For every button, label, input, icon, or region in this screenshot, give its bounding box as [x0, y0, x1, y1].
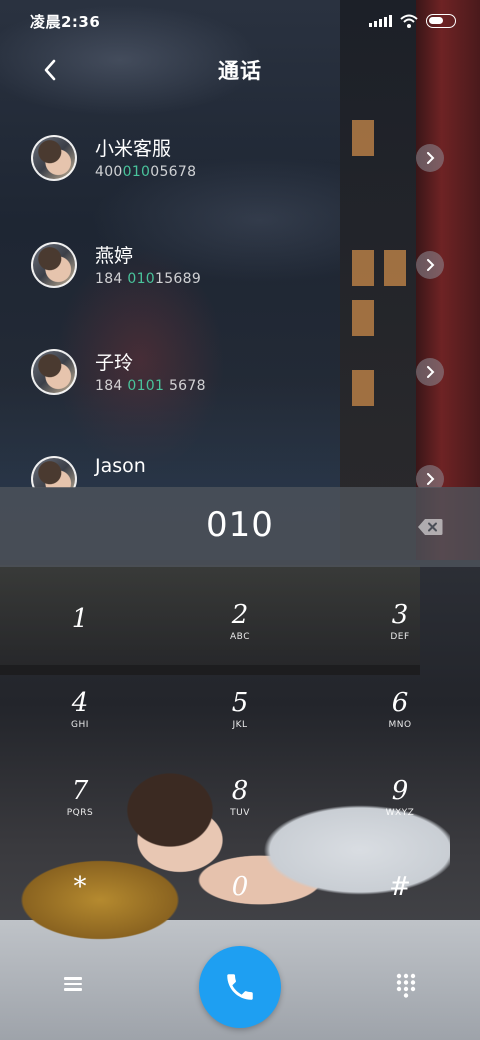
key-hash[interactable]: #: [340, 872, 460, 942]
menu-button[interactable]: [60, 974, 86, 996]
key-letters: ABC: [230, 632, 250, 642]
contact-name: 子玲: [95, 352, 134, 374]
back-button[interactable]: [36, 56, 64, 84]
key-digit: 5: [231, 688, 249, 718]
key-digit: 8: [231, 776, 249, 806]
number-match-highlight: 0101: [127, 378, 165, 394]
key-9[interactable]: 9 WXYZ: [340, 776, 460, 846]
backspace-icon: [418, 519, 443, 535]
key-star[interactable]: *: [20, 872, 140, 942]
key-letters: JKL: [232, 720, 248, 730]
contact-number: 184 01015689: [95, 271, 202, 287]
key-2[interactable]: 2 ABC: [180, 600, 300, 670]
key-digit: 2: [231, 600, 249, 630]
chevron-right-icon: [427, 473, 435, 485]
key-digit: 1: [71, 604, 89, 634]
key-4[interactable]: 4 GHI: [20, 688, 140, 758]
contact-number: 40001005678: [95, 164, 197, 180]
contact-item[interactable]: 子玲 184 0101 5678: [0, 328, 480, 424]
key-8[interactable]: 8 TUV: [180, 776, 300, 846]
key-5[interactable]: 5 JKL: [180, 688, 300, 758]
contact-detail-button[interactable]: [416, 251, 444, 279]
number-match-highlight: 010: [122, 164, 151, 180]
avatar: [31, 349, 77, 395]
key-digit: 0: [231, 872, 249, 902]
key-6[interactable]: 6 MNO: [340, 688, 460, 758]
contact-number: 184 0101 5678: [95, 378, 206, 394]
key-digit: *: [73, 872, 87, 902]
contact-name: Jason: [95, 455, 146, 477]
key-letters: DEF: [390, 632, 410, 642]
signal-icon: [369, 15, 392, 27]
key-letters: GHI: [71, 720, 89, 730]
key-7[interactable]: 7 PQRS: [20, 776, 140, 846]
backspace-button[interactable]: [417, 518, 443, 536]
dialpad-toggle-button[interactable]: [394, 972, 418, 998]
key-digit: 7: [71, 776, 89, 806]
phone-icon: [227, 974, 253, 1000]
key-letters: WXYZ: [385, 808, 415, 818]
key-1[interactable]: 1: [20, 604, 140, 674]
wifi-icon: [400, 14, 418, 28]
chevron-right-icon: [427, 259, 435, 271]
status-bar: 凌晨2:36: [0, 0, 480, 42]
dialpad-icon: [396, 973, 416, 998]
call-button[interactable]: [199, 946, 281, 1028]
number-match-highlight: 010: [127, 271, 155, 287]
key-3[interactable]: 3 DEF: [340, 600, 460, 670]
status-time: 凌晨2:36: [30, 12, 101, 31]
page-title: 通话: [218, 59, 262, 83]
key-letters: MNO: [388, 720, 412, 730]
battery-icon: [426, 14, 456, 28]
contact-detail-button[interactable]: [416, 358, 444, 386]
contact-item[interactable]: 燕婷 184 01015689: [0, 221, 480, 317]
status-icons: [369, 14, 456, 28]
key-digit: 6: [391, 688, 409, 718]
contact-suggestion-list: 小米客服 40001005678 燕婷 184 01015689 子玲 184 …: [0, 100, 480, 488]
key-letters: PQRS: [66, 808, 94, 818]
header: 通话: [0, 48, 480, 92]
contact-item[interactable]: 小米客服 40001005678: [0, 114, 480, 210]
contact-detail-button[interactable]: [416, 465, 444, 488]
dialed-number-bar: 010: [0, 487, 480, 567]
avatar: [31, 135, 77, 181]
key-digit: #: [389, 872, 411, 902]
chevron-right-icon: [427, 366, 435, 378]
hamburger-menu-icon: [60, 977, 86, 991]
contact-item[interactable]: Jason: [0, 435, 480, 488]
key-letters: TUV: [230, 808, 250, 818]
avatar: [31, 456, 77, 488]
key-0[interactable]: 0: [180, 872, 300, 942]
key-digit: 4: [71, 688, 89, 718]
chevron-right-icon: [427, 152, 435, 164]
dialpad: 1 2 ABC 3 DEF 4 GHI 5 JKL 6 MNO 7 PQRS 8…: [0, 596, 480, 926]
chevron-left-icon: [44, 59, 56, 81]
dialed-number: 010: [206, 505, 274, 545]
key-digit: 9: [391, 776, 409, 806]
key-digit: 3: [391, 600, 409, 630]
avatar: [31, 242, 77, 288]
contact-name: 燕婷: [95, 245, 134, 267]
contact-detail-button[interactable]: [416, 144, 444, 172]
contact-name: 小米客服: [95, 138, 172, 160]
